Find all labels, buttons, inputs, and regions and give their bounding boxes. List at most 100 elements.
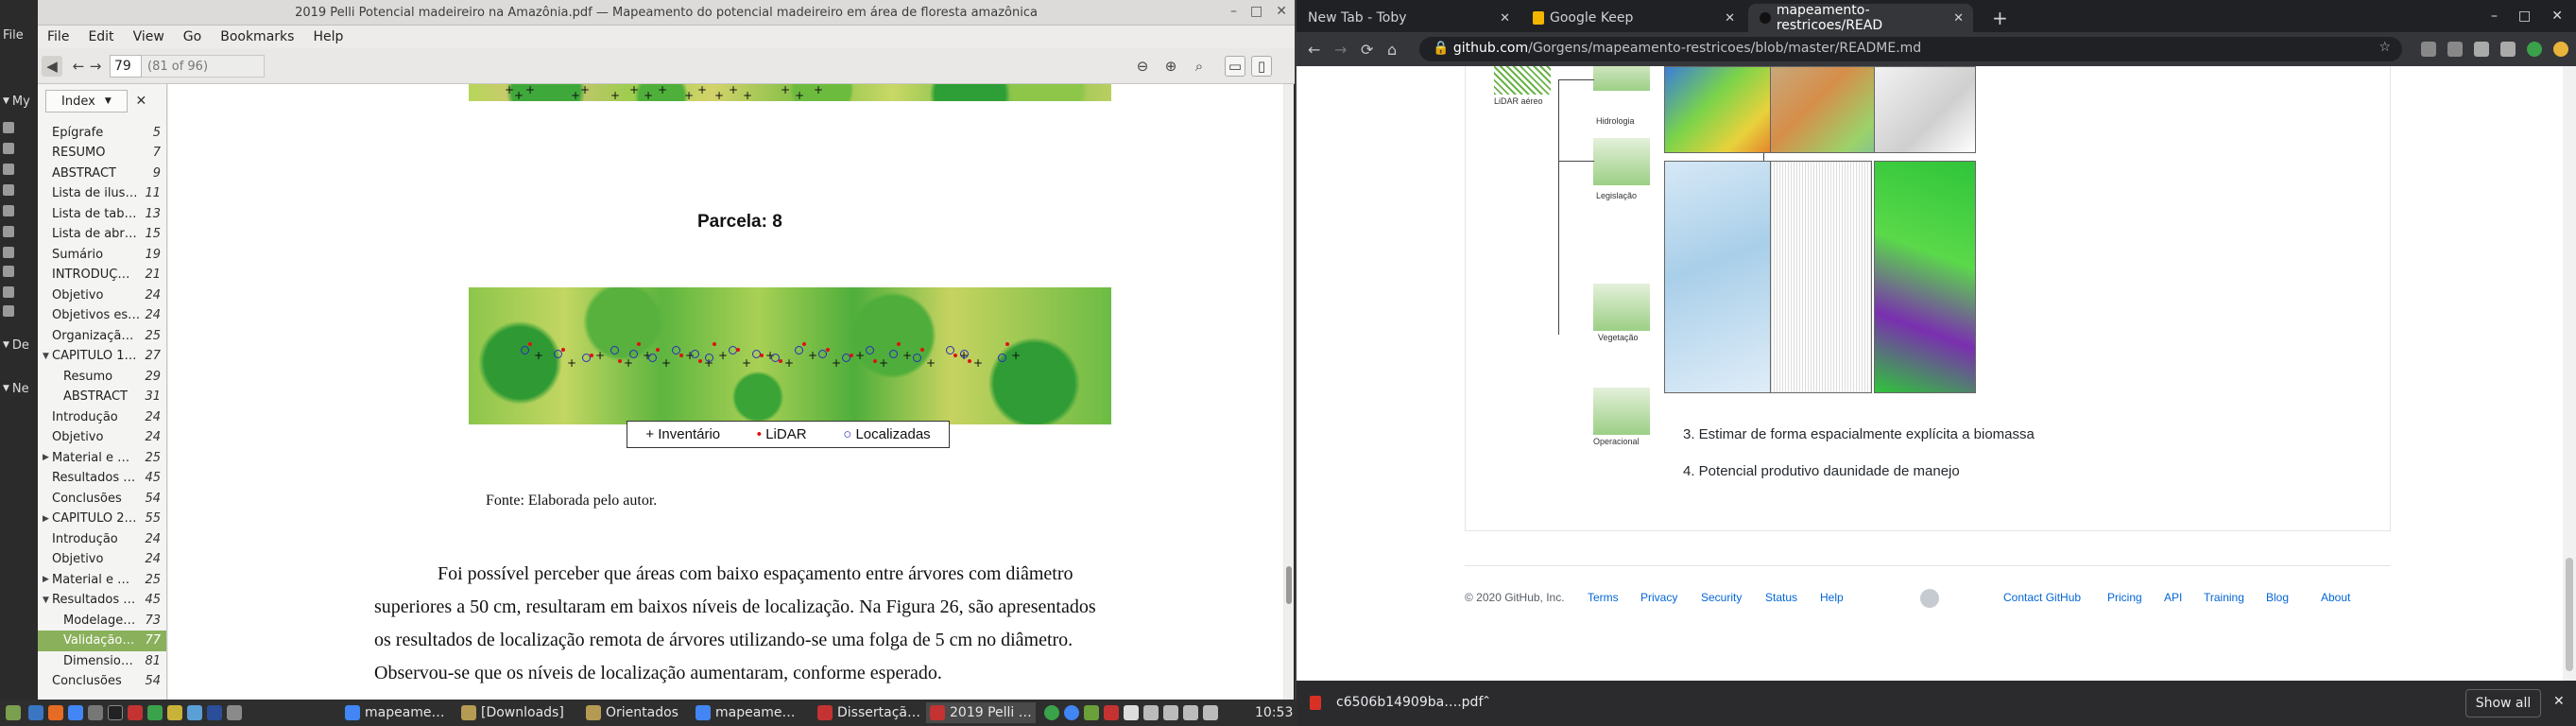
volume-icon[interactable] [1183, 705, 1198, 720]
fit-page-button[interactable]: ▭ [1225, 56, 1245, 77]
footer-link-api[interactable]: API [2164, 591, 2182, 604]
desktop-item-file[interactable]: File [0, 26, 38, 43]
footer-link-security[interactable]: Security [1701, 591, 1742, 604]
terminal-icon[interactable] [108, 705, 123, 720]
toc-item[interactable]: Modelage… 73 [38, 610, 166, 631]
menu-file[interactable]: File [47, 29, 69, 44]
url-bar[interactable]: 🔒 github.com/Gorgens/mapeamento-restrico… [1419, 37, 2402, 61]
desktop-icon[interactable] [0, 302, 38, 320]
new-tab-button[interactable]: + [1981, 4, 2009, 32]
scrollbar-thumb[interactable] [1286, 566, 1292, 604]
chrome-icon[interactable] [68, 705, 83, 720]
bookmark-star-icon[interactable]: ☆ [2379, 40, 2391, 55]
toc-item[interactable]: INTRODUÇ… 21 [38, 265, 166, 285]
zoom-fit-button[interactable]: ⌕ [1191, 56, 1208, 77]
extension-icon[interactable] [2474, 42, 2489, 57]
close-tab-icon[interactable]: ✕ [1500, 11, 1510, 26]
app-icon[interactable] [167, 705, 182, 720]
battery-icon[interactable] [1203, 705, 1218, 720]
expand-right-icon[interactable]: ▶ [43, 453, 52, 462]
app-icon[interactable] [128, 705, 143, 720]
toc-item[interactable]: Lista de tab… 13 [38, 203, 166, 224]
expand-right-icon[interactable]: ▶ [43, 514, 52, 524]
tray-icon[interactable] [1044, 705, 1059, 720]
extension-icon[interactable] [2553, 42, 2568, 57]
app-icon[interactable] [227, 705, 242, 720]
extension-icon[interactable] [2500, 42, 2516, 57]
desktop-item-ne[interactable]: ▼ Ne [0, 380, 38, 397]
firefox-icon[interactable] [48, 705, 63, 720]
toc-item[interactable]: Introdução 24 [38, 528, 166, 549]
sidebar-close-button[interactable]: ✕ [131, 90, 151, 112]
desktop-icon[interactable] [0, 161, 38, 178]
tab-google-keep[interactable]: Google Keep ✕ [1521, 4, 1744, 32]
toc-item[interactable]: Objetivo 24 [38, 285, 166, 305]
desktop-icon[interactable] [0, 223, 38, 240]
back-arrow-icon[interactable]: ← [1308, 41, 1320, 59]
tab-new-tab-toby[interactable]: New Tab - Toby ✕ [1297, 4, 1520, 32]
footer-link-blog[interactable]: Blog [2266, 591, 2289, 604]
desktop-item-de[interactable]: ▼ De [0, 337, 38, 354]
close-tab-icon[interactable]: ✕ [1953, 11, 1964, 26]
toc-item[interactable]: ▶ CAPÍTULO 2… 55 [38, 509, 166, 529]
toc-item[interactable]: Introdução 24 [38, 406, 166, 427]
footer-link-contact[interactable]: Contact GitHub [2003, 591, 2081, 604]
desktop-icon[interactable] [0, 119, 38, 136]
page-number-input[interactable]: 79 [110, 55, 142, 78]
desktop-item-my[interactable]: ▼ My [0, 93, 38, 110]
toc-item[interactable]: Lista de abr… 15 [38, 224, 166, 245]
app-icon[interactable] [207, 705, 222, 720]
menu-edit[interactable]: Edit [88, 29, 113, 44]
app-icon[interactable] [147, 705, 163, 720]
toc-item[interactable]: Sumário 19 [38, 244, 166, 265]
window-titlebar[interactable]: 2019 Pelli Potencial madeireiro na Amazô… [38, 0, 1295, 26]
minimize-icon[interactable]: – [1230, 4, 1237, 19]
previous-page-button[interactable]: ← [70, 56, 87, 77]
fit-width-button[interactable]: ▯ [1251, 56, 1272, 77]
download-filename[interactable]: c6506b14909ba….pdf [1336, 695, 1483, 710]
menu-view[interactable]: View [133, 29, 164, 44]
expand-right-icon[interactable]: ▶ [43, 575, 52, 584]
toc-item[interactable]: Conclusões 54 [38, 671, 166, 692]
extension-icon[interactable] [2421, 42, 2436, 57]
network-icon[interactable] [1163, 705, 1178, 720]
footer-link-status[interactable]: Status [1765, 591, 1797, 604]
toc-item[interactable]: ABSTRACT 9 [38, 163, 166, 183]
close-icon[interactable]: ✕ [1276, 4, 1287, 19]
extension-icon[interactable] [2527, 42, 2542, 57]
taskbar-item[interactable]: [Downloads] [461, 702, 564, 723]
sidebar-mode-select[interactable]: Index ▼ [45, 90, 128, 112]
toc-item[interactable]: Objetivos es… 24 [38, 305, 166, 326]
desktop-icon[interactable] [0, 140, 38, 157]
toc-item[interactable]: ▼ CAPÍTULO 1… 27 [38, 346, 166, 367]
toc-item[interactable]: Resumo 29 [38, 366, 166, 387]
desktop-icon[interactable] [0, 263, 38, 280]
home-icon[interactable]: ⌂ [1387, 41, 1397, 59]
toc-item[interactable]: Lista de ilus… 11 [38, 183, 166, 204]
toc-item[interactable]: ▶ Material e … 25 [38, 447, 166, 468]
bluetooth-icon[interactable] [1143, 705, 1159, 720]
toc-item[interactable]: Objetivo 24 [38, 549, 166, 570]
tab-github-readme[interactable]: mapeamento-restricoes/READ ✕ [1748, 3, 1973, 33]
show-all-button[interactable]: Show all [2465, 689, 2541, 717]
reload-icon[interactable]: ⟳ [1361, 41, 1373, 59]
taskbar-item[interactable]: mapeame… [696, 702, 796, 723]
tray-icon[interactable] [1064, 705, 1079, 720]
menu-go[interactable]: Go [183, 29, 201, 44]
forward-arrow-icon[interactable]: → [1334, 41, 1347, 59]
expand-down-icon[interactable]: ▼ [43, 352, 52, 361]
desktop-icon[interactable] [0, 244, 38, 261]
footer-link-help[interactable]: Help [1820, 591, 1844, 604]
page-scrollbar[interactable] [2563, 66, 2576, 681]
desktop-icon[interactable] [0, 182, 38, 199]
minimize-icon[interactable]: – [2491, 9, 2498, 24]
app-icon[interactable] [187, 705, 202, 720]
desktop-icon[interactable] [0, 284, 38, 301]
toc-item[interactable]: Resultados … 45 [38, 468, 166, 489]
toc-item[interactable]: Epígrafe 5 [38, 122, 166, 143]
toc-item[interactable]: Validação… 77 [38, 630, 166, 651]
tray-icon[interactable] [1084, 705, 1099, 720]
toc-item[interactable]: Organizaçã… 25 [38, 325, 166, 346]
show-desktop-icon[interactable] [28, 705, 43, 720]
expand-down-icon[interactable]: ▼ [43, 596, 52, 605]
